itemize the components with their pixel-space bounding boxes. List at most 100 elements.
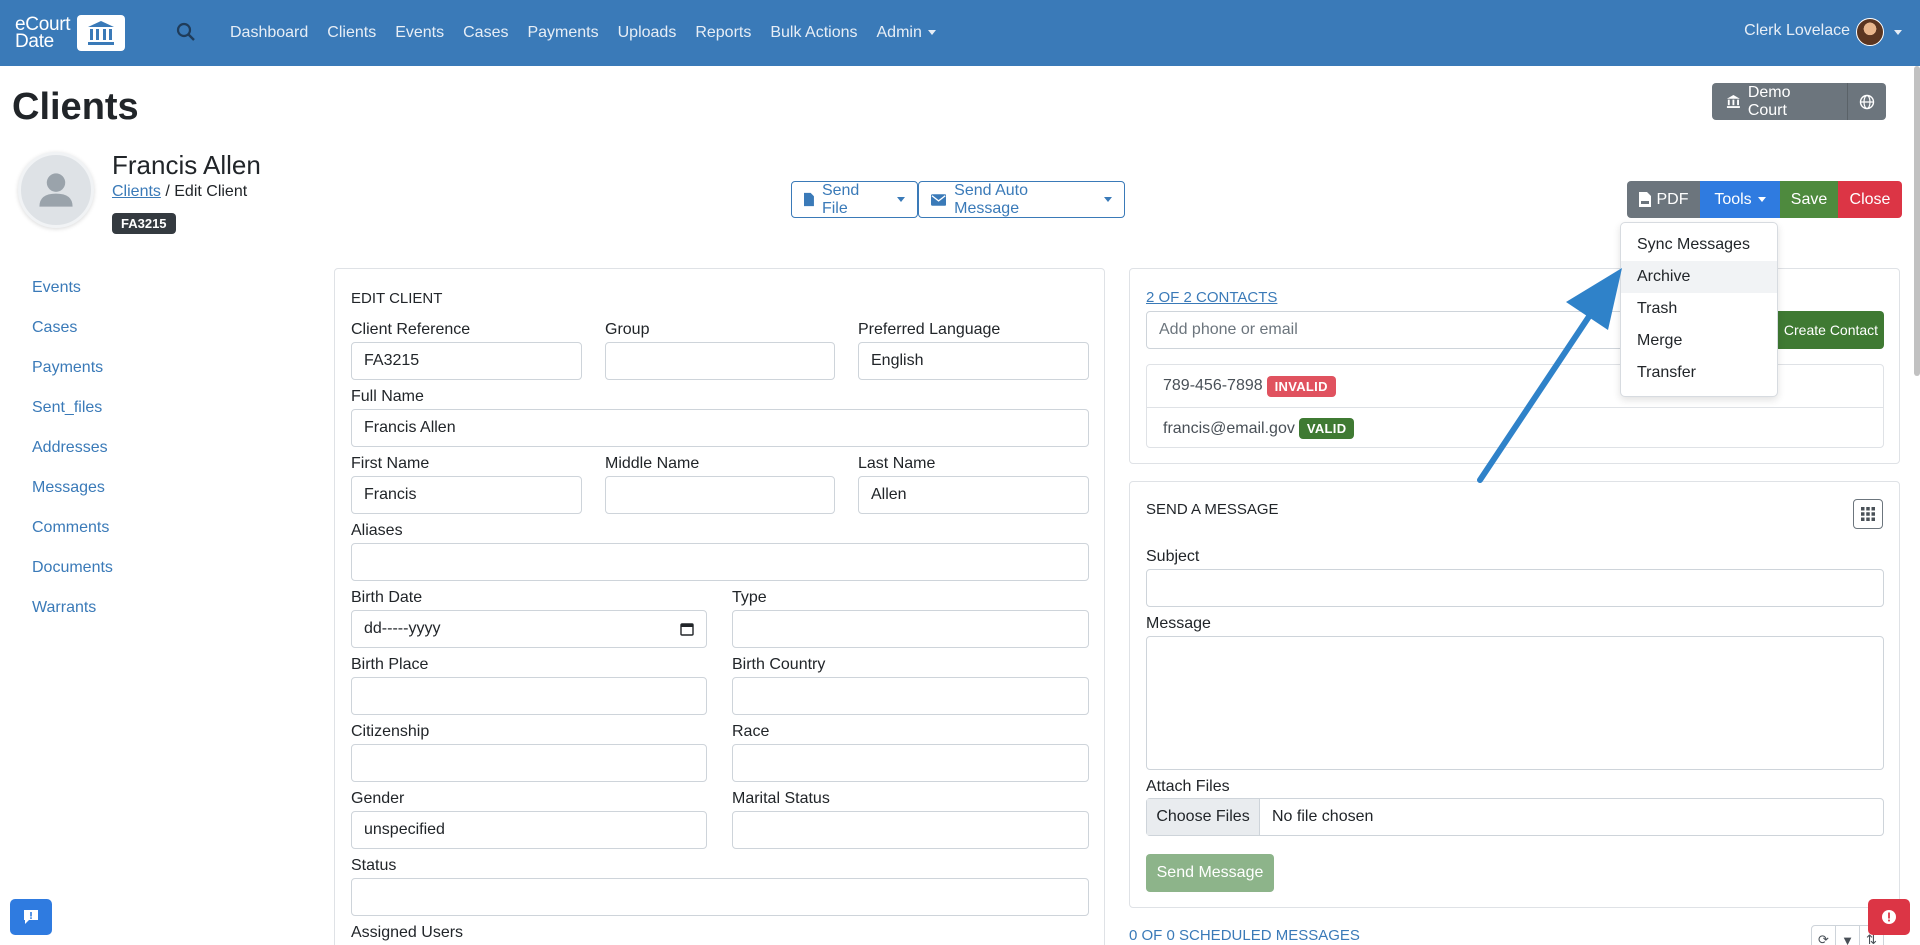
pdf-file-icon [1638, 192, 1651, 207]
group-input[interactable] [605, 342, 835, 380]
alert-circle-icon [1882, 910, 1896, 924]
menu-item-sync-messages[interactable]: Sync Messages [1621, 229, 1777, 261]
sidenav-comments[interactable]: Comments [32, 516, 113, 556]
scheduled-messages-link[interactable]: 0 OF 0 SCHEDULED MESSAGES [1129, 927, 1360, 944]
birth-date-input[interactable]: dd-----yyyy [351, 610, 707, 648]
send-message-title: SEND A MESSAGE [1146, 501, 1279, 518]
contact-value: francis@email.gov [1163, 419, 1295, 437]
birth-place-input[interactable] [351, 677, 707, 715]
file-icon [804, 192, 814, 207]
invalid-badge: INVALID [1266, 375, 1336, 397]
sidenav-messages[interactable]: Messages [32, 476, 113, 516]
user-menu-chevron-icon[interactable] [1894, 30, 1902, 35]
gender-select[interactable]: unspecified [351, 811, 707, 849]
pdf-label: PDF [1656, 190, 1689, 208]
calendar-icon[interactable] [680, 622, 694, 636]
last-name-label: Last Name [858, 455, 936, 472]
middle-name-input[interactable] [605, 476, 835, 514]
alert-button[interactable] [1868, 899, 1910, 935]
demo-court-button[interactable]: Demo Court [1712, 83, 1848, 120]
user-name[interactable]: Clerk Lovelace [1744, 22, 1850, 40]
send-message-button[interactable]: Send Message [1146, 854, 1274, 892]
send-auto-message-label: Send Auto Message [954, 181, 1029, 217]
nav-cases[interactable]: Cases [463, 24, 508, 42]
courthouse-small-icon [1726, 95, 1740, 108]
nav-admin-label: Admin [876, 24, 922, 41]
contact-value: 789-456-7898 [1163, 377, 1263, 394]
contact-row[interactable]: francis@email.gov VALID [1147, 407, 1883, 449]
citizenship-label: Citizenship [351, 723, 430, 740]
first-name-input[interactable]: Francis [351, 476, 582, 514]
nav-reports[interactable]: Reports [695, 24, 751, 42]
menu-item-trash[interactable]: Trash [1621, 293, 1777, 325]
breadcrumb-clients-link[interactable]: Clients [112, 183, 161, 200]
nav-uploads[interactable]: Uploads [618, 24, 677, 42]
sidenav-warrants[interactable]: Warrants [32, 596, 113, 636]
marital-status-input[interactable] [732, 811, 1089, 849]
nav-admin[interactable]: Admin [877, 24, 936, 42]
create-contact-button[interactable]: Create Contact [1778, 311, 1884, 349]
refresh-icon[interactable]: ⟳ [1812, 926, 1836, 945]
close-button[interactable]: Close [1838, 181, 1902, 218]
client-toolbar: PDF Tools Save Close [1627, 181, 1902, 218]
chat-button[interactable] [10, 899, 52, 935]
edit-client-title: EDIT CLIENT [351, 290, 443, 307]
contacts-header-link[interactable]: 2 OF 2 CONTACTS [1146, 289, 1277, 306]
send-message-card: SEND A MESSAGE Subject Message Attach Fi… [1129, 481, 1900, 908]
sidenav-cases[interactable]: Cases [32, 316, 113, 356]
sidenav-events[interactable]: Events [32, 276, 113, 316]
envelope-icon [931, 193, 947, 206]
type-label: Type [732, 589, 767, 606]
user-avatar[interactable] [1856, 18, 1884, 46]
aliases-input[interactable] [351, 543, 1089, 581]
send-auto-message-button[interactable]: Send Auto Message [918, 181, 1125, 218]
brand-text: eCourt Date [15, 15, 77, 52]
filter-icon[interactable]: ▼ [1836, 926, 1860, 945]
type-input[interactable] [732, 610, 1089, 648]
send-file-button[interactable]: Send File [791, 181, 918, 218]
tools-menu: Sync Messages Archive Trash Merge Transf… [1620, 222, 1778, 397]
client-reference-input[interactable]: FA3215 [351, 342, 582, 380]
full-name-input[interactable]: Francis Allen [351, 409, 1089, 447]
status-input[interactable] [351, 878, 1089, 916]
nav-bulk-actions[interactable]: Bulk Actions [770, 24, 857, 42]
menu-item-transfer[interactable]: Transfer [1621, 357, 1777, 389]
last-name-input[interactable]: Allen [858, 476, 1089, 514]
courthouse-icon [77, 15, 125, 51]
file-status-text: No file chosen [1272, 808, 1374, 825]
globe-icon[interactable] [1848, 83, 1886, 120]
sidenav-payments[interactable]: Payments [32, 356, 113, 396]
citizenship-input[interactable] [351, 744, 707, 782]
grid-icon[interactable] [1853, 499, 1883, 529]
menu-item-merge[interactable]: Merge [1621, 325, 1777, 357]
nav-clients[interactable]: Clients [327, 24, 376, 42]
sidenav-addresses[interactable]: Addresses [32, 436, 113, 476]
preferred-language-select[interactable]: English [858, 342, 1089, 380]
tools-dropdown-button[interactable]: Tools [1700, 181, 1780, 218]
search-icon[interactable] [176, 22, 196, 42]
message-textarea[interactable] [1146, 636, 1884, 770]
brand-line-2: Date [15, 31, 54, 52]
birth-country-label: Birth Country [732, 656, 826, 673]
birth-country-input[interactable] [732, 677, 1089, 715]
nav-events[interactable]: Events [395, 24, 444, 42]
pdf-button[interactable]: PDF [1627, 181, 1700, 218]
nav-dashboard[interactable]: Dashboard [230, 24, 308, 42]
page-scrollbar[interactable] [1914, 66, 1920, 376]
sidenav-sent-files[interactable]: Sent_files [32, 396, 113, 436]
client-reference-label: Client Reference [351, 321, 471, 338]
top-navbar: eCourt Date Dashboard Clients Events Cas… [0, 0, 1920, 66]
choose-files-button[interactable]: Choose Files [1147, 799, 1260, 835]
sidenav-documents[interactable]: Documents [32, 556, 113, 596]
subject-input[interactable] [1146, 569, 1884, 607]
breadcrumb-current: / Edit Client [160, 183, 248, 200]
preferred-language-label: Preferred Language [858, 321, 1001, 338]
brand-logo[interactable]: eCourt Date [15, 14, 128, 52]
message-label: Message [1146, 615, 1211, 632]
race-input[interactable] [732, 744, 1089, 782]
attach-files-input[interactable]: Choose Files No file chosen [1146, 798, 1884, 836]
race-label: Race [732, 723, 770, 740]
save-button[interactable]: Save [1780, 181, 1838, 218]
menu-item-archive[interactable]: Archive [1621, 261, 1777, 293]
nav-payments[interactable]: Payments [527, 24, 598, 42]
